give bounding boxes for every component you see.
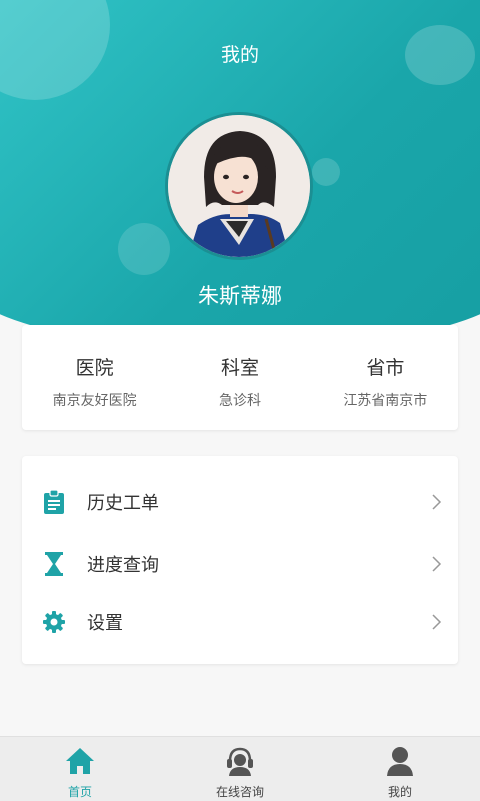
user-icon: [382, 745, 418, 777]
chevron-right-icon: [428, 612, 444, 632]
tab-home[interactable]: 首页: [0, 737, 160, 801]
chevron-right-icon: [428, 492, 444, 512]
info-region: 省市 江苏省南京市: [313, 325, 458, 430]
menu-item-label: 设置: [87, 613, 123, 634]
info-department: 科室 急诊科: [167, 325, 312, 430]
bottom-tab-bar: 首页 在线咨询 我的: [0, 736, 480, 801]
menu-item-label: 进度查询: [87, 555, 159, 576]
info-label: 省市: [366, 357, 405, 379]
tab-online-consult[interactable]: 在线咨询: [160, 737, 320, 801]
info-hospital: 医院 南京友好医院: [22, 325, 167, 430]
page-title: 我的: [220, 44, 259, 66]
info-value: 南京友好医院: [52, 393, 137, 409]
menu-item-progress-query[interactable]: 进度查询: [22, 536, 458, 592]
menu-card: 历史工单 进度查询 设置: [22, 456, 458, 664]
clipboard-icon: [42, 490, 66, 514]
tab-label: 首页: [67, 785, 92, 799]
info-card: 医院 南京友好医院 科室 急诊科 省市 江苏省南京市: [22, 325, 458, 430]
info-value: 急诊科: [218, 393, 261, 409]
info-label: 医院: [75, 357, 114, 379]
profile-header: 我的 朱斯蒂娜: [0, 0, 480, 350]
home-icon: [62, 745, 98, 777]
decor-bubble: [312, 158, 340, 186]
tab-label: 我的: [387, 785, 412, 799]
chevron-right-icon: [428, 554, 444, 574]
info-value: 江苏省南京市: [343, 393, 428, 409]
tab-mine[interactable]: 我的: [320, 737, 480, 801]
info-label: 科室: [220, 357, 259, 379]
menu-item-label: 历史工单: [87, 493, 159, 514]
menu-item-settings[interactable]: 设置: [22, 594, 458, 650]
decor-bubble: [118, 223, 170, 275]
tab-label: 在线咨询: [215, 785, 264, 799]
hourglass-icon: [42, 552, 66, 576]
gear-icon: [42, 610, 66, 634]
avatar[interactable]: [165, 112, 313, 260]
menu-item-history-orders[interactable]: 历史工单: [22, 474, 458, 530]
headset-icon: [222, 745, 258, 777]
user-name: 朱斯蒂娜: [198, 284, 282, 308]
